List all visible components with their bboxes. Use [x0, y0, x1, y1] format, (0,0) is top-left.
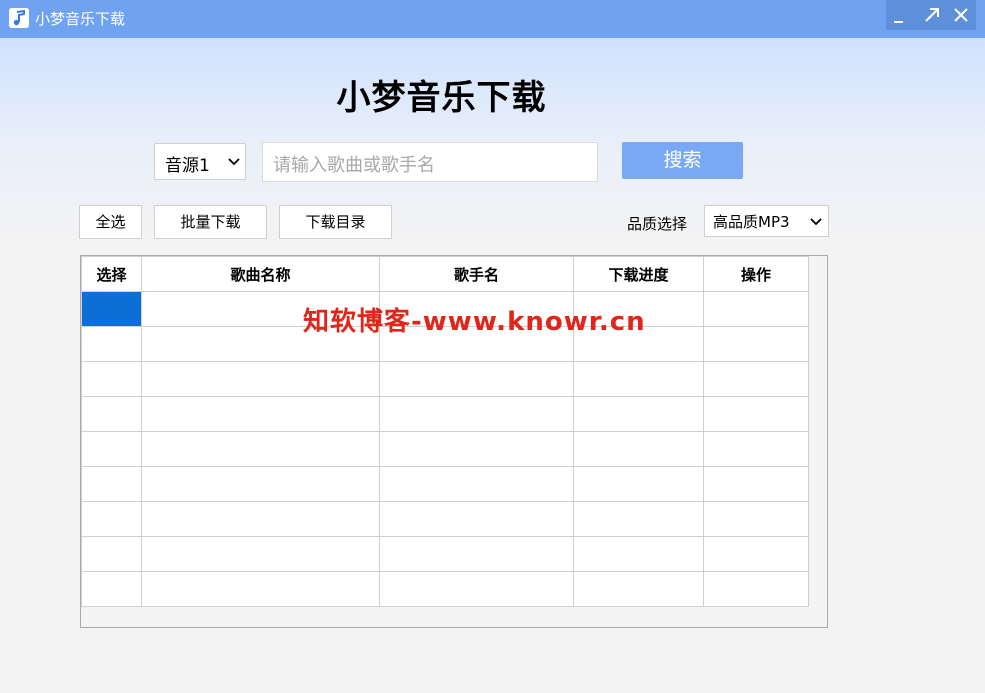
table-cell[interactable]	[703, 466, 809, 502]
music-note-icon	[9, 8, 29, 28]
title-bar: 小梦音乐下载	[0, 0, 985, 38]
maximize-button[interactable]	[916, 0, 946, 30]
table-row[interactable]	[81, 501, 809, 537]
table-cell[interactable]	[141, 396, 380, 432]
table-cell[interactable]	[703, 291, 809, 327]
table-row[interactable]	[81, 361, 809, 397]
table-cell[interactable]	[703, 571, 809, 607]
quality-select[interactable]: 高品质MP3	[704, 205, 829, 237]
table-cell[interactable]	[573, 361, 704, 397]
page-title: 小梦音乐下载	[336, 78, 547, 118]
close-icon	[954, 8, 968, 22]
table-cell[interactable]	[379, 536, 574, 572]
table-cell[interactable]	[573, 431, 704, 467]
table-row[interactable]	[81, 466, 809, 502]
source-select[interactable]: 音源1	[154, 143, 246, 180]
column-header-select[interactable]: 选择	[81, 256, 142, 292]
table-cell[interactable]	[573, 466, 704, 502]
row-select-cell[interactable]	[81, 571, 142, 607]
row-select-cell[interactable]	[81, 431, 142, 467]
table-header-row: 选择 歌曲名称 歌手名 下载进度 操作	[81, 256, 809, 292]
row-select-cell[interactable]	[81, 501, 142, 537]
row-select-cell[interactable]	[81, 396, 142, 432]
chevron-down-icon	[228, 158, 240, 166]
select-all-button[interactable]: 全选	[79, 205, 142, 239]
table-cell[interactable]	[141, 571, 380, 607]
table-cell[interactable]	[703, 501, 809, 537]
table-cell[interactable]	[703, 396, 809, 432]
table-cell[interactable]	[379, 396, 574, 432]
row-select-cell[interactable]	[81, 361, 142, 397]
table-cell[interactable]	[141, 536, 380, 572]
source-select-value: 音源1	[165, 156, 210, 176]
table-cell[interactable]	[379, 431, 574, 467]
table-cell[interactable]	[573, 536, 704, 572]
chevron-down-icon	[810, 218, 822, 226]
batch-download-button[interactable]: 批量下载	[154, 205, 267, 239]
download-directory-button[interactable]: 下载目录	[279, 205, 392, 239]
column-header-action[interactable]: 操作	[703, 256, 809, 292]
search-input[interactable]: 请输入歌曲或歌手名	[262, 142, 598, 182]
column-header-artist[interactable]: 歌手名	[379, 256, 574, 292]
row-select-cell[interactable]	[81, 536, 142, 572]
table-cell[interactable]	[573, 501, 704, 537]
table-row[interactable]	[81, 571, 809, 607]
close-button[interactable]	[946, 0, 976, 30]
row-select-cell[interactable]	[81, 291, 142, 327]
maximize-icon	[925, 8, 939, 22]
table-cell[interactable]	[379, 361, 574, 397]
row-select-cell[interactable]	[81, 326, 142, 362]
table-cell[interactable]	[141, 361, 380, 397]
row-select-cell[interactable]	[81, 466, 142, 502]
window-title: 小梦音乐下载	[35, 10, 126, 28]
table-cell[interactable]	[703, 536, 809, 572]
table-cell[interactable]	[141, 431, 380, 467]
watermark-text: 知软博客-www.knowr.cn	[303, 307, 646, 337]
table-cell[interactable]	[703, 326, 809, 362]
table-cell[interactable]	[141, 501, 380, 537]
table-row[interactable]	[81, 431, 809, 467]
table-cell[interactable]	[141, 466, 380, 502]
table-row[interactable]	[81, 396, 809, 432]
minimize-icon	[894, 21, 903, 23]
table-cell[interactable]	[703, 431, 809, 467]
column-header-song-name[interactable]: 歌曲名称	[141, 256, 380, 292]
minimize-button[interactable]	[886, 0, 916, 30]
column-header-progress[interactable]: 下载进度	[573, 256, 704, 292]
table-cell[interactable]	[573, 396, 704, 432]
table-cell[interactable]	[379, 571, 574, 607]
window-controls	[886, 0, 976, 30]
quality-select-value: 高品质MP3	[713, 213, 790, 231]
search-placeholder: 请输入歌曲或歌手名	[273, 155, 435, 176]
search-button[interactable]: 搜索	[622, 142, 743, 179]
table-cell[interactable]	[379, 501, 574, 537]
table-cell[interactable]	[379, 466, 574, 502]
table-cell[interactable]	[703, 361, 809, 397]
table-cell[interactable]	[573, 571, 704, 607]
quality-label: 品质选择	[627, 215, 688, 233]
table-row[interactable]	[81, 536, 809, 572]
